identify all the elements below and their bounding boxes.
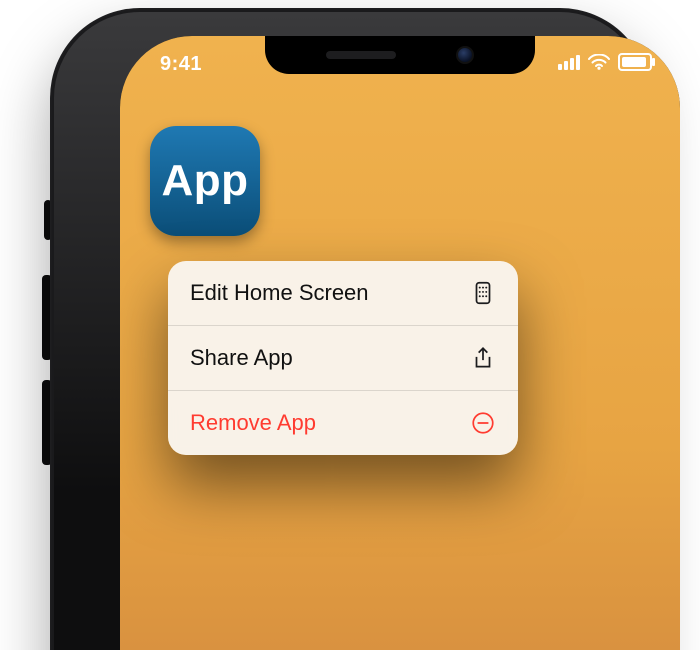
- menu-item-edit-home-screen[interactable]: Edit Home Screen: [168, 261, 518, 325]
- status-time: 9:41: [160, 53, 202, 76]
- menu-item-label: Share App: [190, 345, 293, 371]
- wifi-icon: [588, 54, 610, 70]
- menu-item-share-app[interactable]: Share App: [168, 325, 518, 390]
- share-icon: [470, 345, 496, 371]
- menu-item-label: Remove App: [190, 410, 316, 436]
- iphone-body: 9:41 App Edit H: [50, 8, 650, 650]
- menu-item-label: Edit Home Screen: [190, 280, 369, 306]
- menu-item-remove-app[interactable]: Remove App: [168, 390, 518, 455]
- status-bar: 9:41: [120, 36, 680, 88]
- app-icon-label: App: [161, 156, 248, 206]
- app-icon[interactable]: App: [150, 126, 260, 236]
- context-menu: Edit Home Screen Sha: [168, 261, 518, 455]
- home-screen-icon: [470, 280, 496, 306]
- status-icons: [558, 53, 652, 71]
- battery-icon: [618, 53, 652, 71]
- screen: 9:41 App Edit H: [120, 36, 680, 650]
- cellular-icon: [558, 55, 580, 70]
- remove-icon: [470, 410, 496, 436]
